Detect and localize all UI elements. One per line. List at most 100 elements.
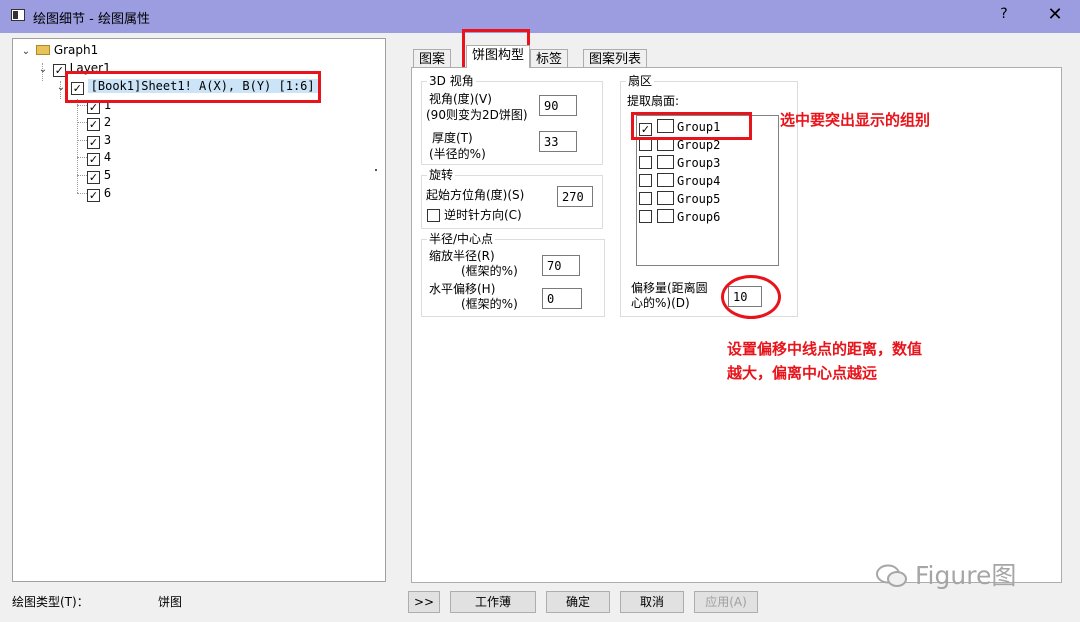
annotation-select-group: 选中要突出显示的组别 (780, 111, 931, 129)
color-swatch (657, 173, 674, 187)
workbook-button[interactable]: 工作薄 (450, 591, 536, 613)
sector-checkbox[interactable] (639, 192, 652, 205)
scale-radius-input[interactable] (542, 255, 580, 276)
wechat-icon (876, 564, 907, 587)
start-azimuth-label: 起始方位角(度)(S) (426, 188, 525, 202)
thickness-input[interactable] (539, 131, 577, 152)
tree-node-graph[interactable]: ⌄ Graph1 (20, 41, 98, 59)
group-title: 旋转 (427, 168, 456, 182)
group-title: 3D 视角 (427, 74, 476, 88)
view-angle-note: (90则变为2D饼图) (426, 108, 528, 122)
annotation-offset-line2: 越大，偏离中心点越远 (727, 364, 878, 382)
data-plot-checkbox[interactable]: ✓ (70, 82, 84, 95)
tree-node-label: Graph1 (53, 43, 99, 57)
offset-input[interactable] (728, 286, 762, 307)
sector-item-group2[interactable]: Group2 (639, 137, 720, 153)
tree-node-label: 4 (103, 150, 112, 164)
scale-radius-label: 缩放半径(R) (429, 249, 495, 263)
color-swatch (657, 209, 674, 223)
child-checkbox[interactable]: ✓ (87, 171, 100, 184)
collapse-arrow-icon[interactable]: ⌄ (55, 79, 67, 97)
counterclockwise-checkbox[interactable] (427, 209, 440, 222)
tree-node-label: 1 (103, 98, 112, 112)
view-angle-input[interactable] (539, 95, 577, 116)
tree-node-child-6[interactable]: ✓ 6 (87, 184, 111, 202)
plot-type-label: 绘图类型(T)： (12, 595, 89, 609)
child-checkbox[interactable]: ✓ (87, 189, 100, 202)
tree-node-label: 2 (103, 115, 112, 129)
sector-item-group4[interactable]: Group4 (639, 173, 720, 189)
offset-label-line1: 偏移量(距离圆 (631, 281, 708, 295)
tab-pattern-list[interactable]: 图案列表 (583, 49, 648, 69)
apply-button[interactable]: 应用(A) (694, 591, 758, 613)
extract-sector-label: 提取扇面: (627, 94, 680, 108)
help-button[interactable]: ? (992, 6, 1016, 26)
sector-name: Group5 (677, 192, 721, 206)
thickness-label: 厚度(T) (432, 131, 473, 145)
h-offset-note: (框架的%) (461, 297, 518, 311)
tree-node-child-2[interactable]: ✓ 2 (87, 113, 111, 131)
tree-node-label: Layer1 (69, 61, 111, 75)
h-offset-input[interactable] (542, 288, 582, 309)
tab-labels[interactable]: 标签 (530, 49, 569, 69)
counterclockwise-label: 逆时针方向(C) (444, 208, 522, 222)
group-title: 扇区 (626, 74, 655, 88)
color-swatch (657, 155, 674, 169)
view-angle-label: 视角(度)(V) (429, 92, 492, 106)
tab-pie-geometry[interactable]: 饼图构型 (466, 45, 531, 68)
watermark-text: Figure图 (915, 561, 1017, 590)
sector-name: Group1 (677, 120, 721, 134)
sector-item-group3[interactable]: Group3 (639, 155, 720, 171)
color-swatch (657, 137, 674, 151)
start-azimuth-input[interactable] (557, 186, 593, 207)
thickness-note: (半径的%) (429, 147, 486, 161)
sector-name: Group6 (677, 210, 721, 224)
sector-list[interactable]: ✓ Group1 Group2 Group3 Group4 Group5 Grou… (636, 115, 779, 266)
child-checkbox[interactable]: ✓ (87, 153, 100, 166)
sector-item-group5[interactable]: Group5 (639, 191, 720, 207)
watermark: Figure图 (875, 556, 1016, 592)
sector-name: Group4 (677, 174, 721, 188)
tree-node-child-3[interactable]: ✓ 3 (87, 131, 111, 149)
cancel-button[interactable]: 取消 (620, 591, 684, 613)
sector-checkbox[interactable]: ✓ (639, 123, 652, 136)
tree-node-label: [Book1]Sheet1! A(X), B(Y) [1:6] (87, 79, 318, 93)
sector-checkbox[interactable] (639, 174, 652, 187)
sector-name: Group3 (677, 156, 721, 170)
layer-checkbox[interactable]: ✓ (52, 64, 66, 77)
title-bar: 绘图细节 - 绘图属性 ? ✕ (0, 0, 1080, 33)
h-offset-label: 水平偏移(H) (429, 282, 496, 296)
tree-node-data[interactable]: ⌄ ✓ [Book1]Sheet1! A(X), B(Y) [1:6] (55, 77, 318, 95)
group-title: 半径/中心点 (427, 232, 496, 246)
child-checkbox[interactable]: ✓ (87, 118, 100, 131)
scale-radius-note: (框架的%) (461, 264, 518, 278)
ok-button[interactable]: 确定 (546, 591, 610, 613)
annotation-offset-line1: 设置偏移中线点的距离，数值 (727, 340, 923, 358)
sector-item-group6[interactable]: Group6 (639, 209, 720, 225)
plot-tree[interactable]: ⌄ Graph1 ⌄ ✓ Layer1 ⌄ ✓ [Book1]Sheet1! A… (12, 38, 386, 582)
window-title: 绘图细节 - 绘图属性 (33, 12, 150, 27)
sector-checkbox[interactable] (639, 210, 652, 223)
tab-pattern[interactable]: 图案 (413, 49, 452, 69)
collapse-arrow-icon[interactable]: ⌄ (37, 61, 49, 79)
color-swatch (657, 119, 674, 133)
sector-name: Group2 (677, 138, 721, 152)
expand-button[interactable]: >> (408, 591, 440, 613)
tree-node-child-4[interactable]: ✓ 4 (87, 148, 111, 166)
tree-node-layer[interactable]: ⌄ ✓ Layer1 (37, 59, 111, 77)
stray-dot (375, 169, 377, 171)
sector-checkbox[interactable] (639, 156, 652, 169)
tree-node-label: 3 (103, 133, 112, 147)
tree-node-label: 5 (103, 168, 112, 182)
offset-label-line2: 心的%)(D) (631, 296, 690, 310)
color-swatch (657, 191, 674, 205)
tree-node-child-5[interactable]: ✓ 5 (87, 166, 111, 184)
sector-item-group1[interactable]: ✓ Group1 (639, 119, 721, 136)
app-window-icon (11, 9, 25, 21)
plot-type-value: 饼图 (158, 595, 183, 609)
tree-node-child-1[interactable]: ✓ 1 (87, 96, 111, 114)
sector-checkbox[interactable] (639, 138, 652, 151)
close-button[interactable]: ✕ (1040, 4, 1070, 28)
tree-node-label: 6 (103, 186, 112, 200)
collapse-arrow-icon[interactable]: ⌄ (20, 43, 32, 61)
